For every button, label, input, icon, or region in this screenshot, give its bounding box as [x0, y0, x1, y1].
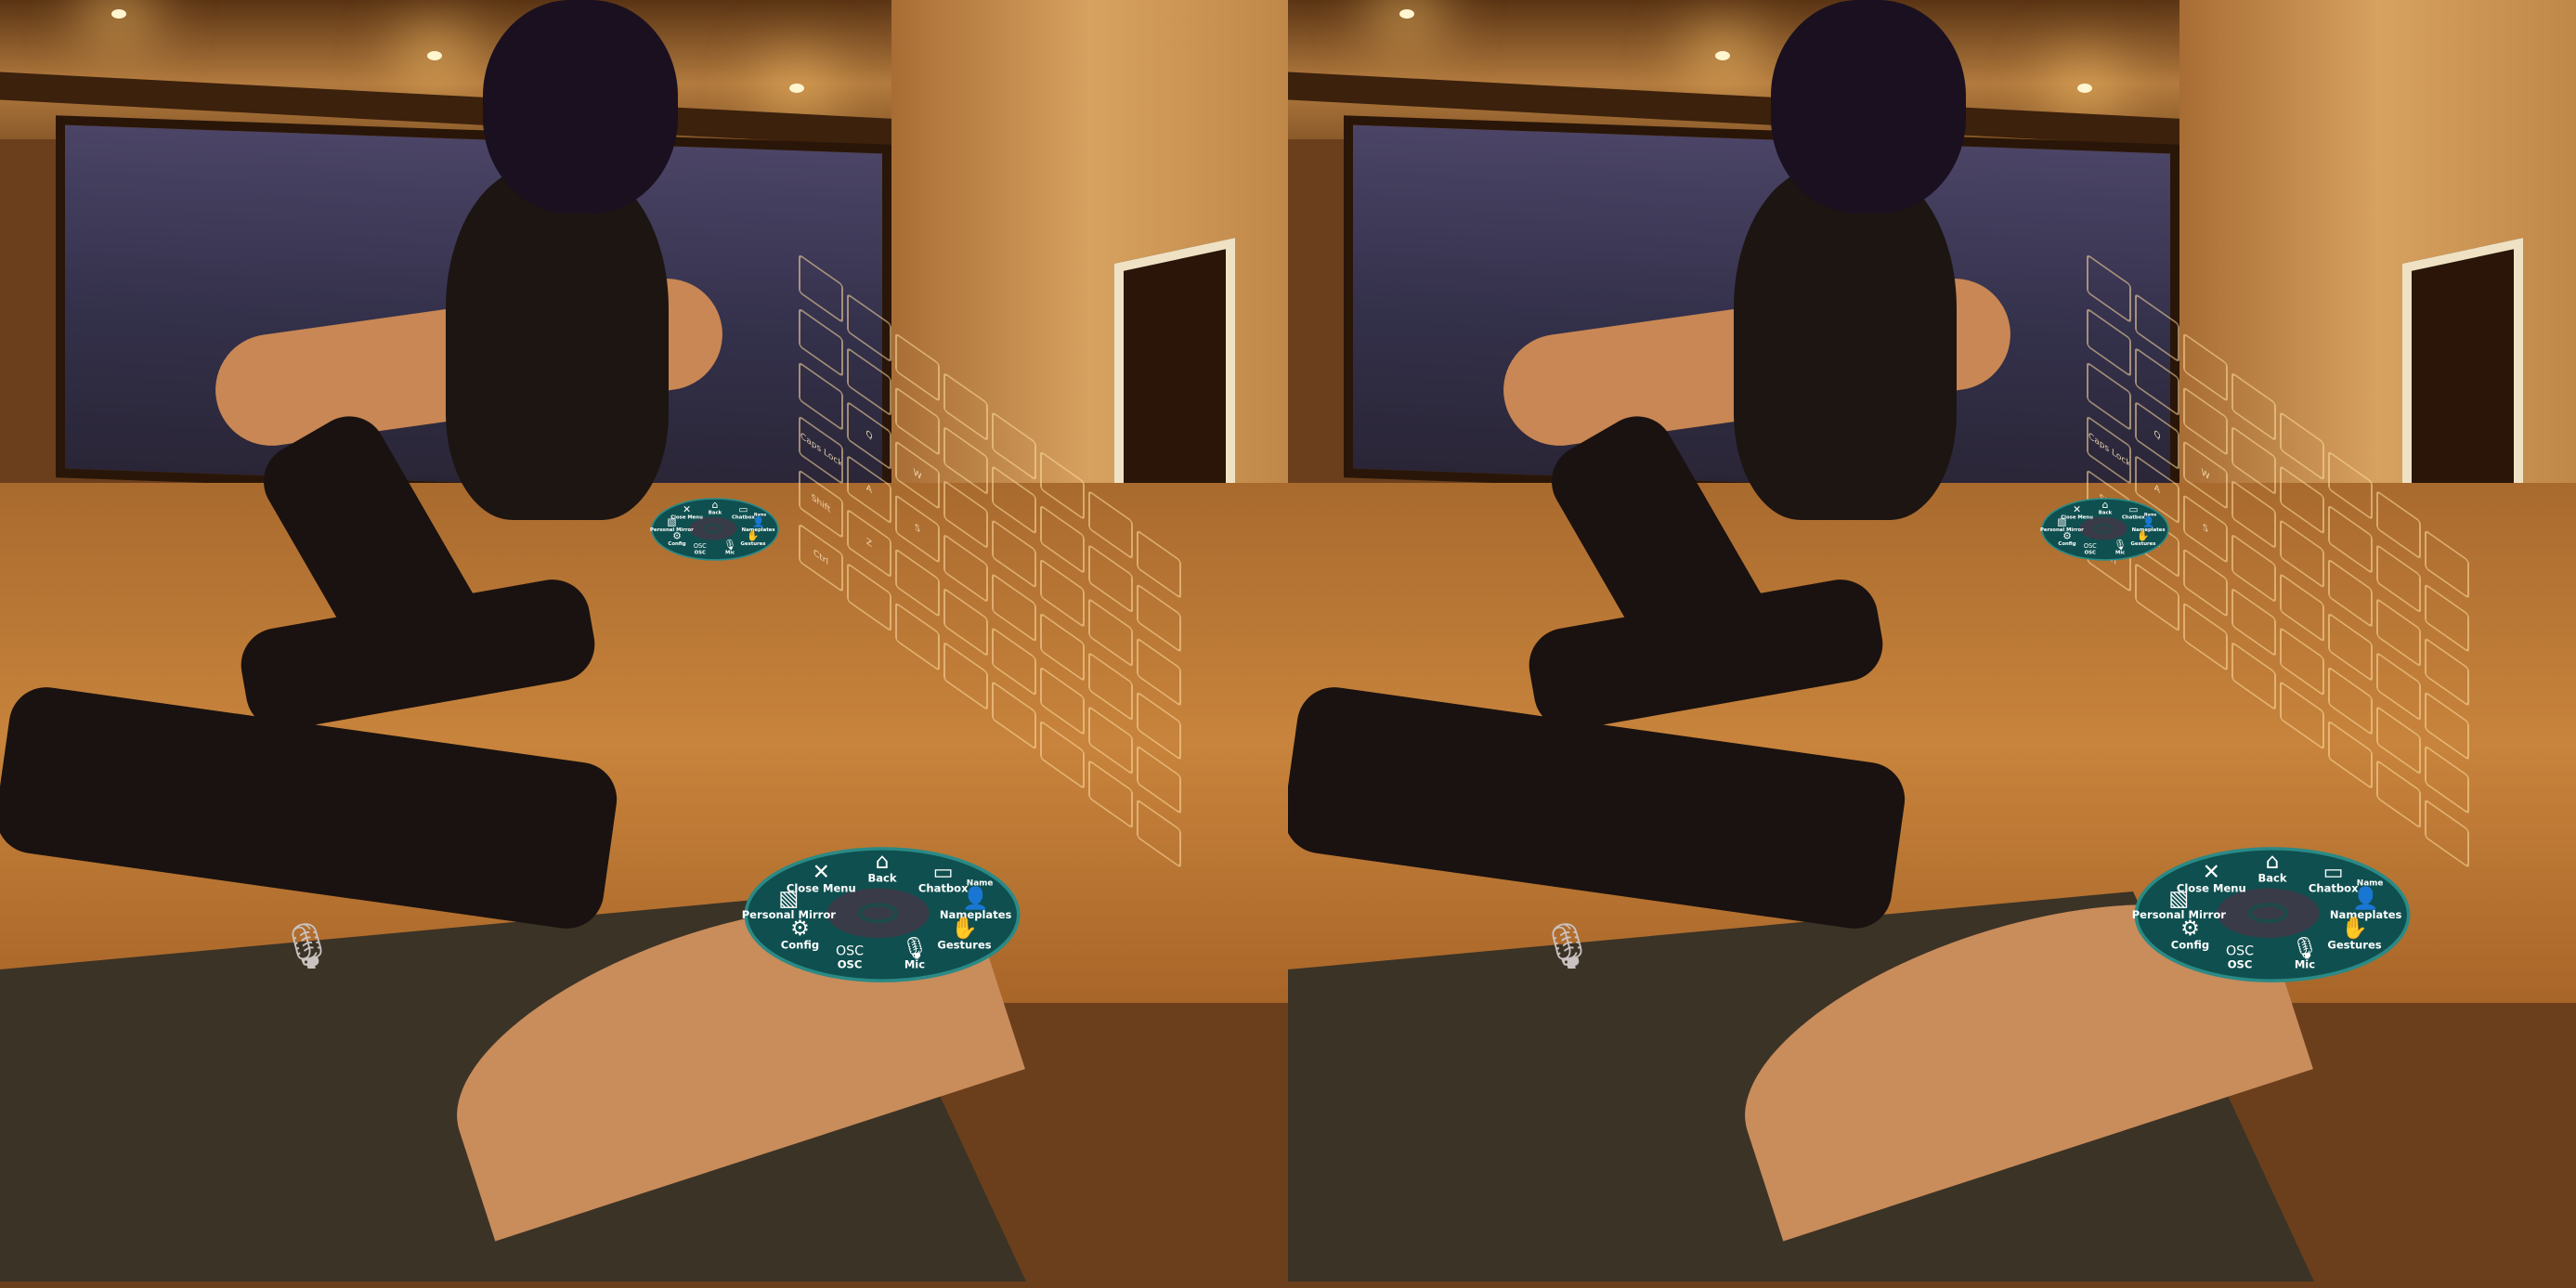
- menu-item-label: OSC: [838, 958, 863, 971]
- menu-item-label: OSC: [2085, 551, 2096, 556]
- left-eye-view: Q W Caps Lock A S Shift Z Ctrl 🎙 ⌂ Back ▭ Chatbox 👤…: [0, 0, 1288, 1288]
- menu-item-label: Back: [709, 511, 722, 516]
- microphone-icon: 🎙: [901, 936, 928, 960]
- menu-item-label: Personal Mirror: [742, 908, 837, 921]
- chatbox-icon: ▭: [738, 503, 748, 515]
- menu-item-label: Close Menu: [2177, 882, 2246, 895]
- osc-icon: OSC: [2084, 542, 2097, 550]
- hand-icon: ✋: [2341, 916, 2368, 941]
- menu-item-label: OSC: [695, 551, 706, 556]
- right-eye-view: QWCaps LockASShiftZCtrl 🎙 ⌂Back▭Chatbox👤…: [1288, 0, 2576, 1288]
- menu-item-label: Config: [781, 938, 819, 951]
- menu-item-label: Close Menu: [787, 882, 856, 895]
- osc-icon: OSC: [836, 943, 864, 958]
- osc-icon: OSC: [2226, 943, 2254, 958]
- nameplate-badge: Name: [967, 879, 994, 889]
- nameplate-badge: Name: [754, 512, 766, 516]
- menu-item-label: Mic: [2295, 958, 2315, 971]
- hand-icon: ✋: [2137, 529, 2149, 541]
- close-icon: ✕: [683, 503, 691, 515]
- action-menu[interactable]: ⌂Back ▭Chatbox👤NameplatesName✋Gestures🎙Mi…: [734, 840, 1031, 989]
- ceiling-light: [427, 51, 442, 60]
- menu-item-osc[interactable]: OSCOSC: [2084, 542, 2097, 556]
- menu-item-label: Personal Mirror: [2132, 908, 2227, 921]
- ceiling-light: [789, 84, 804, 93]
- menu-item-osc[interactable]: OSCOSC: [836, 943, 864, 970]
- menu-item-label: Mic: [2115, 551, 2125, 556]
- nameplate-icon: 👤: [2352, 886, 2379, 911]
- menu-center: [826, 888, 930, 938]
- nameplate-badge: Name: [2357, 879, 2384, 889]
- chatbox-icon: ▭: [2323, 860, 2344, 884]
- close-icon: ✕: [813, 860, 830, 884]
- avatar-head: [483, 0, 678, 214]
- menu-item-label: Gestures: [2131, 541, 2156, 547]
- microphone-icon: 🎙: [2291, 936, 2318, 960]
- hand-icon: ✋: [951, 916, 978, 941]
- ceiling-light: [1715, 51, 1730, 60]
- menu-item-label: Chatbox: [918, 882, 969, 895]
- microphone-icon: 🎙: [2114, 539, 2127, 551]
- menu-item-label: Back: [2257, 871, 2286, 884]
- menu-item-osc[interactable]: OSCOSC: [2226, 943, 2254, 970]
- avatar-body: [1734, 167, 1957, 520]
- menu-center: [2217, 888, 2320, 938]
- hand-icon: ✋: [747, 529, 759, 541]
- microphone-icon: 🎙: [723, 539, 736, 551]
- avatar-head: [1771, 0, 1966, 214]
- close-icon: ✕: [2203, 860, 2220, 884]
- menu-item-label: Close Menu: [670, 515, 703, 521]
- microphone-icon: 🎙: [1539, 920, 1595, 972]
- action-menu-small[interactable]: ⌂Back ▭Chatbox👤NameplatesName✋Gestures🎙Mi…: [650, 483, 780, 576]
- chatbox-icon: ▭: [2128, 503, 2138, 515]
- home-back-icon: ⌂: [876, 850, 890, 874]
- ceiling-light: [2077, 84, 2092, 93]
- menu-item-label: Config: [2171, 938, 2209, 951]
- chatbox-icon: ▭: [933, 860, 954, 884]
- home-back-icon: ⌂: [2102, 499, 2109, 511]
- close-icon: ✕: [2073, 503, 2081, 515]
- menu-item-label: Back: [867, 871, 896, 884]
- nameplate-icon: 👤: [752, 515, 764, 527]
- menu-item-label: Config: [2058, 541, 2075, 547]
- menu-item-mic[interactable]: 🎙Mic: [2291, 936, 2318, 970]
- menu-item-label: Gestures: [2327, 938, 2381, 951]
- menu-item-label: Back: [2099, 511, 2113, 516]
- ceiling-light: [1399, 9, 1414, 19]
- menu-item-mic[interactable]: 🎙Mic: [2114, 539, 2127, 556]
- nameplate-badge: Name: [2144, 512, 2156, 516]
- menu-item-label: OSC: [2228, 958, 2253, 971]
- home-back-icon: ⌂: [712, 499, 719, 511]
- menu-item-mic[interactable]: 🎙Mic: [901, 936, 928, 970]
- menu-item-label: Chatbox: [2309, 882, 2359, 895]
- ceiling-light: [111, 9, 126, 19]
- menu-item-label: Personal Mirror: [650, 527, 694, 533]
- action-menu[interactable]: ⌂Back ▭Chatbox👤NameplatesName✋Gestures🎙Mi…: [2124, 840, 2421, 989]
- menu-item-label: Mic: [725, 551, 735, 556]
- menu-item-label: Personal Mirror: [2040, 527, 2084, 533]
- menu-item-label: Mic: [904, 958, 925, 971]
- menu-item-label: Gestures: [937, 938, 991, 951]
- home-back-icon: ⌂: [2266, 850, 2280, 874]
- menu-item-osc[interactable]: OSCOSC: [694, 542, 707, 556]
- menu-item-label: Close Menu: [2061, 515, 2093, 521]
- menu-item-label: Gestures: [741, 541, 766, 547]
- microphone-icon: 🎙: [279, 920, 335, 972]
- nameplate-icon: 👤: [962, 886, 989, 911]
- menu-item-mic[interactable]: 🎙Mic: [723, 539, 736, 556]
- menu-item-label: Config: [668, 541, 685, 547]
- avatar-body: [446, 167, 669, 520]
- osc-icon: OSC: [694, 542, 707, 550]
- action-menu-small[interactable]: ⌂Back ▭Chatbox👤NameplatesName✋Gestures🎙Mi…: [2040, 483, 2170, 576]
- nameplate-icon: 👤: [2142, 515, 2154, 527]
